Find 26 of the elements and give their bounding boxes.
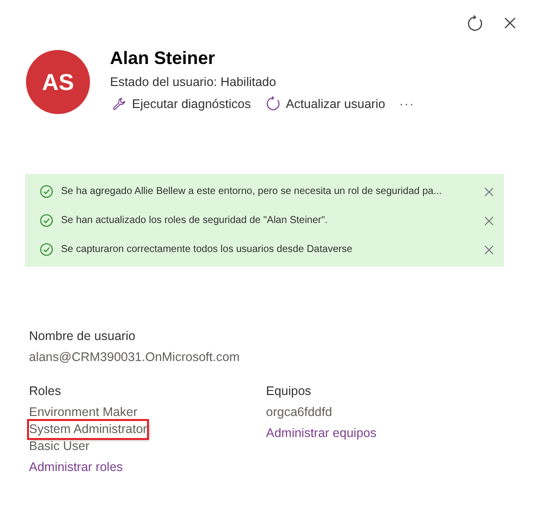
manage-teams-link[interactable]: Administrar equipos [266, 426, 376, 440]
team-name: orgca6fddfd [266, 404, 332, 421]
field-value: alans@CRM390031.OnMicrosoft.com [29, 350, 241, 364]
refresh-icon [264, 96, 280, 111]
check-circle-icon [40, 185, 53, 198]
role-name: Environment Maker [29, 404, 138, 421]
wrench-icon [112, 96, 126, 110]
role-name: System Administrator [29, 421, 148, 438]
role-name: Basic User [29, 438, 90, 455]
notification-text: Se ha agregado Allie Bellew a este entorno, pero se necesita un rol de seguridad pa... [61, 186, 443, 197]
check-circle-icon [40, 214, 53, 227]
manage-roles-link[interactable]: Administrar roles [29, 460, 123, 474]
user-status: Estado del usuario: Habilitado [110, 75, 278, 89]
field-label: Equipos [266, 384, 312, 398]
action-button[interactable]: Ejecutar diagnósticos [110, 94, 253, 112]
action-button[interactable]: Actualizar usuario [262, 94, 388, 113]
notification-text: Se capturaron correctamente todos los usuarios desde Dataverse [61, 244, 354, 255]
field-label: Roles [29, 384, 62, 398]
more-button[interactable]: ··· [397, 94, 417, 112]
refresh-icon[interactable] [466, 14, 483, 32]
close-icon[interactable] [503, 16, 517, 30]
field-label: Nombre de usuario [29, 329, 136, 343]
avatar: AS [26, 50, 90, 114]
user-name: Alan Steiner [110, 48, 216, 69]
notification-text: Se han actualizado los roles de seguridad de "Alan Steiner". [61, 215, 329, 226]
check-circle-icon [40, 243, 53, 256]
